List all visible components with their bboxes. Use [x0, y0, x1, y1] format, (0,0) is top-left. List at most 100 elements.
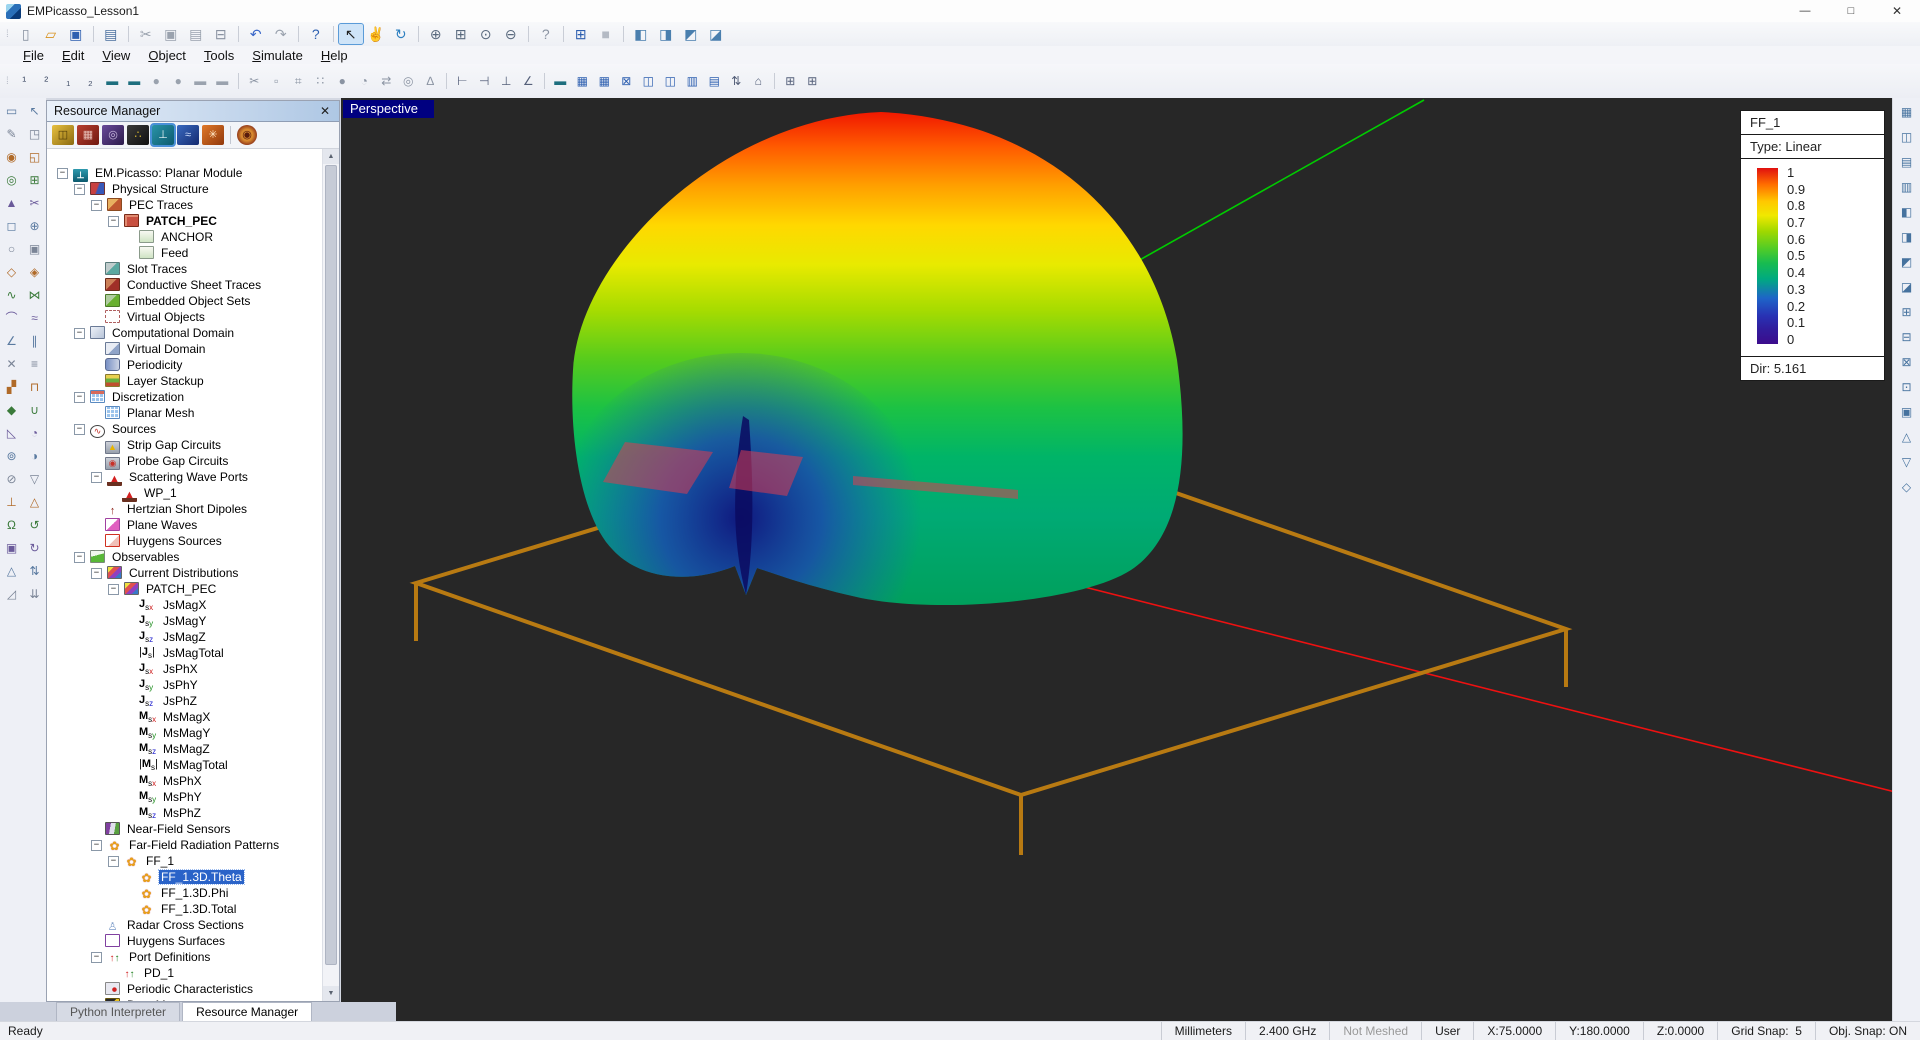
view-tool-5-icon[interactable]: ◧: [1897, 202, 1917, 222]
viewport-3d[interactable]: Perspective FF_1 Type: Linear 10.90.80.7…: [341, 98, 1893, 1022]
tree-expander-icon[interactable]: −: [57, 168, 68, 179]
via-circle-2-button-icon[interactable]: ●: [168, 71, 189, 91]
tree-item[interactable]: |Js|JsMagTotal: [47, 645, 321, 661]
export-box-button-icon[interactable]: ⊠: [616, 71, 637, 91]
view-tool-6-icon[interactable]: ◨: [1897, 227, 1917, 247]
open-file-button-icon[interactable]: ▱: [39, 24, 63, 44]
tree-item[interactable]: ANCHOR: [47, 229, 321, 245]
tab-resource-manager[interactable]: Resource Manager: [182, 1002, 312, 1022]
module-cubes-icon[interactable]: ◫: [52, 125, 74, 145]
view-tool-12-icon[interactable]: ⊡: [1897, 377, 1917, 397]
tree-item[interactable]: −▲Scattering Wave Ports: [47, 469, 321, 485]
tree-item[interactable]: Virtual Objects: [47, 309, 321, 325]
col-grid-2-button-icon[interactable]: ▤: [704, 71, 725, 91]
trace-line-2-button-icon[interactable]: ▬: [124, 71, 145, 91]
draw-tool-b-16-icon[interactable]: ◑: [25, 446, 45, 466]
draw-tool-a-17-icon[interactable]: ⊘: [2, 469, 22, 489]
draw-tool-a-5-icon[interactable]: ▲: [2, 193, 22, 213]
menu-object[interactable]: Object: [139, 48, 195, 63]
tree-item[interactable]: Huygens Sources: [47, 533, 321, 549]
menu-view[interactable]: View: [93, 48, 139, 63]
tree-expander-icon[interactable]: −: [74, 424, 85, 435]
blob-tool-button-icon[interactable]: ●: [332, 71, 353, 91]
array-1-button-icon[interactable]: ⊞: [780, 71, 801, 91]
tr-grid-button-icon[interactable]: ⊞: [569, 24, 593, 44]
draw-tool-a-18-icon[interactable]: ⊥: [2, 492, 22, 512]
view-front-button-icon[interactable]: ◨: [654, 24, 678, 44]
undo-button-icon[interactable]: ↶: [244, 24, 268, 44]
view-tool-4-icon[interactable]: ▥: [1897, 177, 1917, 197]
zoom-extents-button-icon[interactable]: ⊕: [424, 24, 448, 44]
draw-tool-b-8-icon[interactable]: ◈: [25, 262, 45, 282]
draw-tool-b-11-icon[interactable]: ∥: [25, 331, 45, 351]
tree-item[interactable]: −PATCH_PEC: [47, 581, 321, 597]
tree-item[interactable]: JsyJsPhY: [47, 677, 321, 693]
draw-tool-a-15-icon[interactable]: ◺: [2, 423, 22, 443]
pan-tool-button-icon[interactable]: ✌: [364, 24, 388, 44]
tree-item[interactable]: Slot Traces: [47, 261, 321, 277]
tree-item[interactable]: ✿FF_1.3D.Phi: [47, 885, 321, 901]
tree-expander-icon[interactable]: −: [108, 216, 119, 227]
tree-item[interactable]: ▲Strip Gap Circuits: [47, 437, 321, 453]
menu-file[interactable]: File: [14, 48, 53, 63]
view-tool-8-icon[interactable]: ◪: [1897, 277, 1917, 297]
tree-item[interactable]: Near-Field Sensors: [47, 821, 321, 837]
measure-angle-button-icon[interactable]: ∠: [518, 71, 539, 91]
tree-item[interactable]: ▲WP_1: [47, 485, 321, 501]
stairs-up-button-icon[interactable]: ⌂: [748, 71, 769, 91]
draw-tool-a-14-icon[interactable]: ◆: [2, 400, 22, 420]
menu-help[interactable]: Help: [312, 48, 357, 63]
tree-item[interactable]: Periodicity: [47, 357, 321, 373]
tab-python-interpreter[interactable]: Python Interpreter: [56, 1002, 180, 1022]
draw-tool-b-19-icon[interactable]: ↺: [25, 515, 45, 535]
redo-button-icon[interactable]: ↷: [269, 24, 293, 44]
tree-expander-icon[interactable]: −: [108, 856, 119, 867]
view-tool-10-icon[interactable]: ⊟: [1897, 327, 1917, 347]
tree-item[interactable]: ◉Probe Gap Circuits: [47, 453, 321, 469]
view-tool-13-icon[interactable]: ▣: [1897, 402, 1917, 422]
tree-item[interactable]: Embedded Object Sets: [47, 293, 321, 309]
scroll-thumb[interactable]: [325, 165, 337, 965]
col-grid-1-button-icon[interactable]: ▥: [682, 71, 703, 91]
draw-tool-a-11-icon[interactable]: ∠: [2, 331, 22, 351]
tree-item[interactable]: MsxMsPhX: [47, 773, 321, 789]
draw-tool-a-10-icon[interactable]: ⌒: [2, 308, 22, 328]
tree-expander-icon[interactable]: −: [74, 328, 85, 339]
draw-tool-b-7-icon[interactable]: ▣: [25, 239, 45, 259]
label-tool-button-icon[interactable]: ∆: [420, 71, 441, 91]
tree-item[interactable]: JszJsMagZ: [47, 629, 321, 645]
draw-tool-a-8-icon[interactable]: ◇: [2, 262, 22, 282]
tree-item[interactable]: Periodic Characteristics: [47, 981, 321, 997]
tree-item[interactable]: −Discretization: [47, 389, 321, 405]
tree-item[interactable]: −Current Distributions: [47, 565, 321, 581]
tree-item[interactable]: |Ms|MsMagTotal: [47, 757, 321, 773]
draw-tool-b-22-icon[interactable]: ⇊: [25, 584, 45, 604]
draw-tool-b-4-icon[interactable]: ⊞: [25, 170, 45, 190]
tree-item[interactable]: −PATCH_PEC: [47, 213, 321, 229]
placeholder-button-icon[interactable]: ■: [594, 24, 618, 44]
draw-tool-b-9-icon[interactable]: ⋈: [25, 285, 45, 305]
help-pointer-button-icon[interactable]: ?: [304, 24, 328, 44]
draw-tool-b-10-icon[interactable]: ≈: [25, 308, 45, 328]
tree-item[interactable]: −⊥EM.Picasso: Planar Module: [47, 165, 321, 181]
tree-item[interactable]: Planar Mesh: [47, 405, 321, 421]
draw-tool-a-6-icon[interactable]: ◻: [2, 216, 22, 236]
panel-b-button-icon[interactable]: ◫: [660, 71, 681, 91]
draw-tool-b-15-icon[interactable]: ◔: [25, 423, 45, 443]
tree-item[interactable]: JsxJsPhX: [47, 661, 321, 677]
view-tool-11-icon[interactable]: ⊠: [1897, 352, 1917, 372]
tree-expander-icon[interactable]: −: [91, 200, 102, 211]
tree-item[interactable]: ↑Hertzian Short Dipoles: [47, 501, 321, 517]
tree-item[interactable]: −Observables: [47, 549, 321, 565]
tree-item[interactable]: MsxMsMagX: [47, 709, 321, 725]
menu-simulate[interactable]: Simulate: [243, 48, 312, 63]
draw-tool-b-1-icon[interactable]: ↖: [25, 101, 45, 121]
grid-b-button-icon[interactable]: ▦: [594, 71, 615, 91]
view-top-button-icon[interactable]: ◪: [704, 24, 728, 44]
paste-button-icon[interactable]: ▤: [184, 24, 208, 44]
tree-scrollbar[interactable]: ▲ ▼: [322, 149, 339, 1001]
module-terrano-icon[interactable]: ∴: [127, 125, 149, 145]
maximize-button[interactable]: □: [1828, 0, 1874, 22]
tree-item[interactable]: Huygens Surfaces: [47, 933, 321, 949]
tree-item[interactable]: −Physical Structure: [47, 181, 321, 197]
